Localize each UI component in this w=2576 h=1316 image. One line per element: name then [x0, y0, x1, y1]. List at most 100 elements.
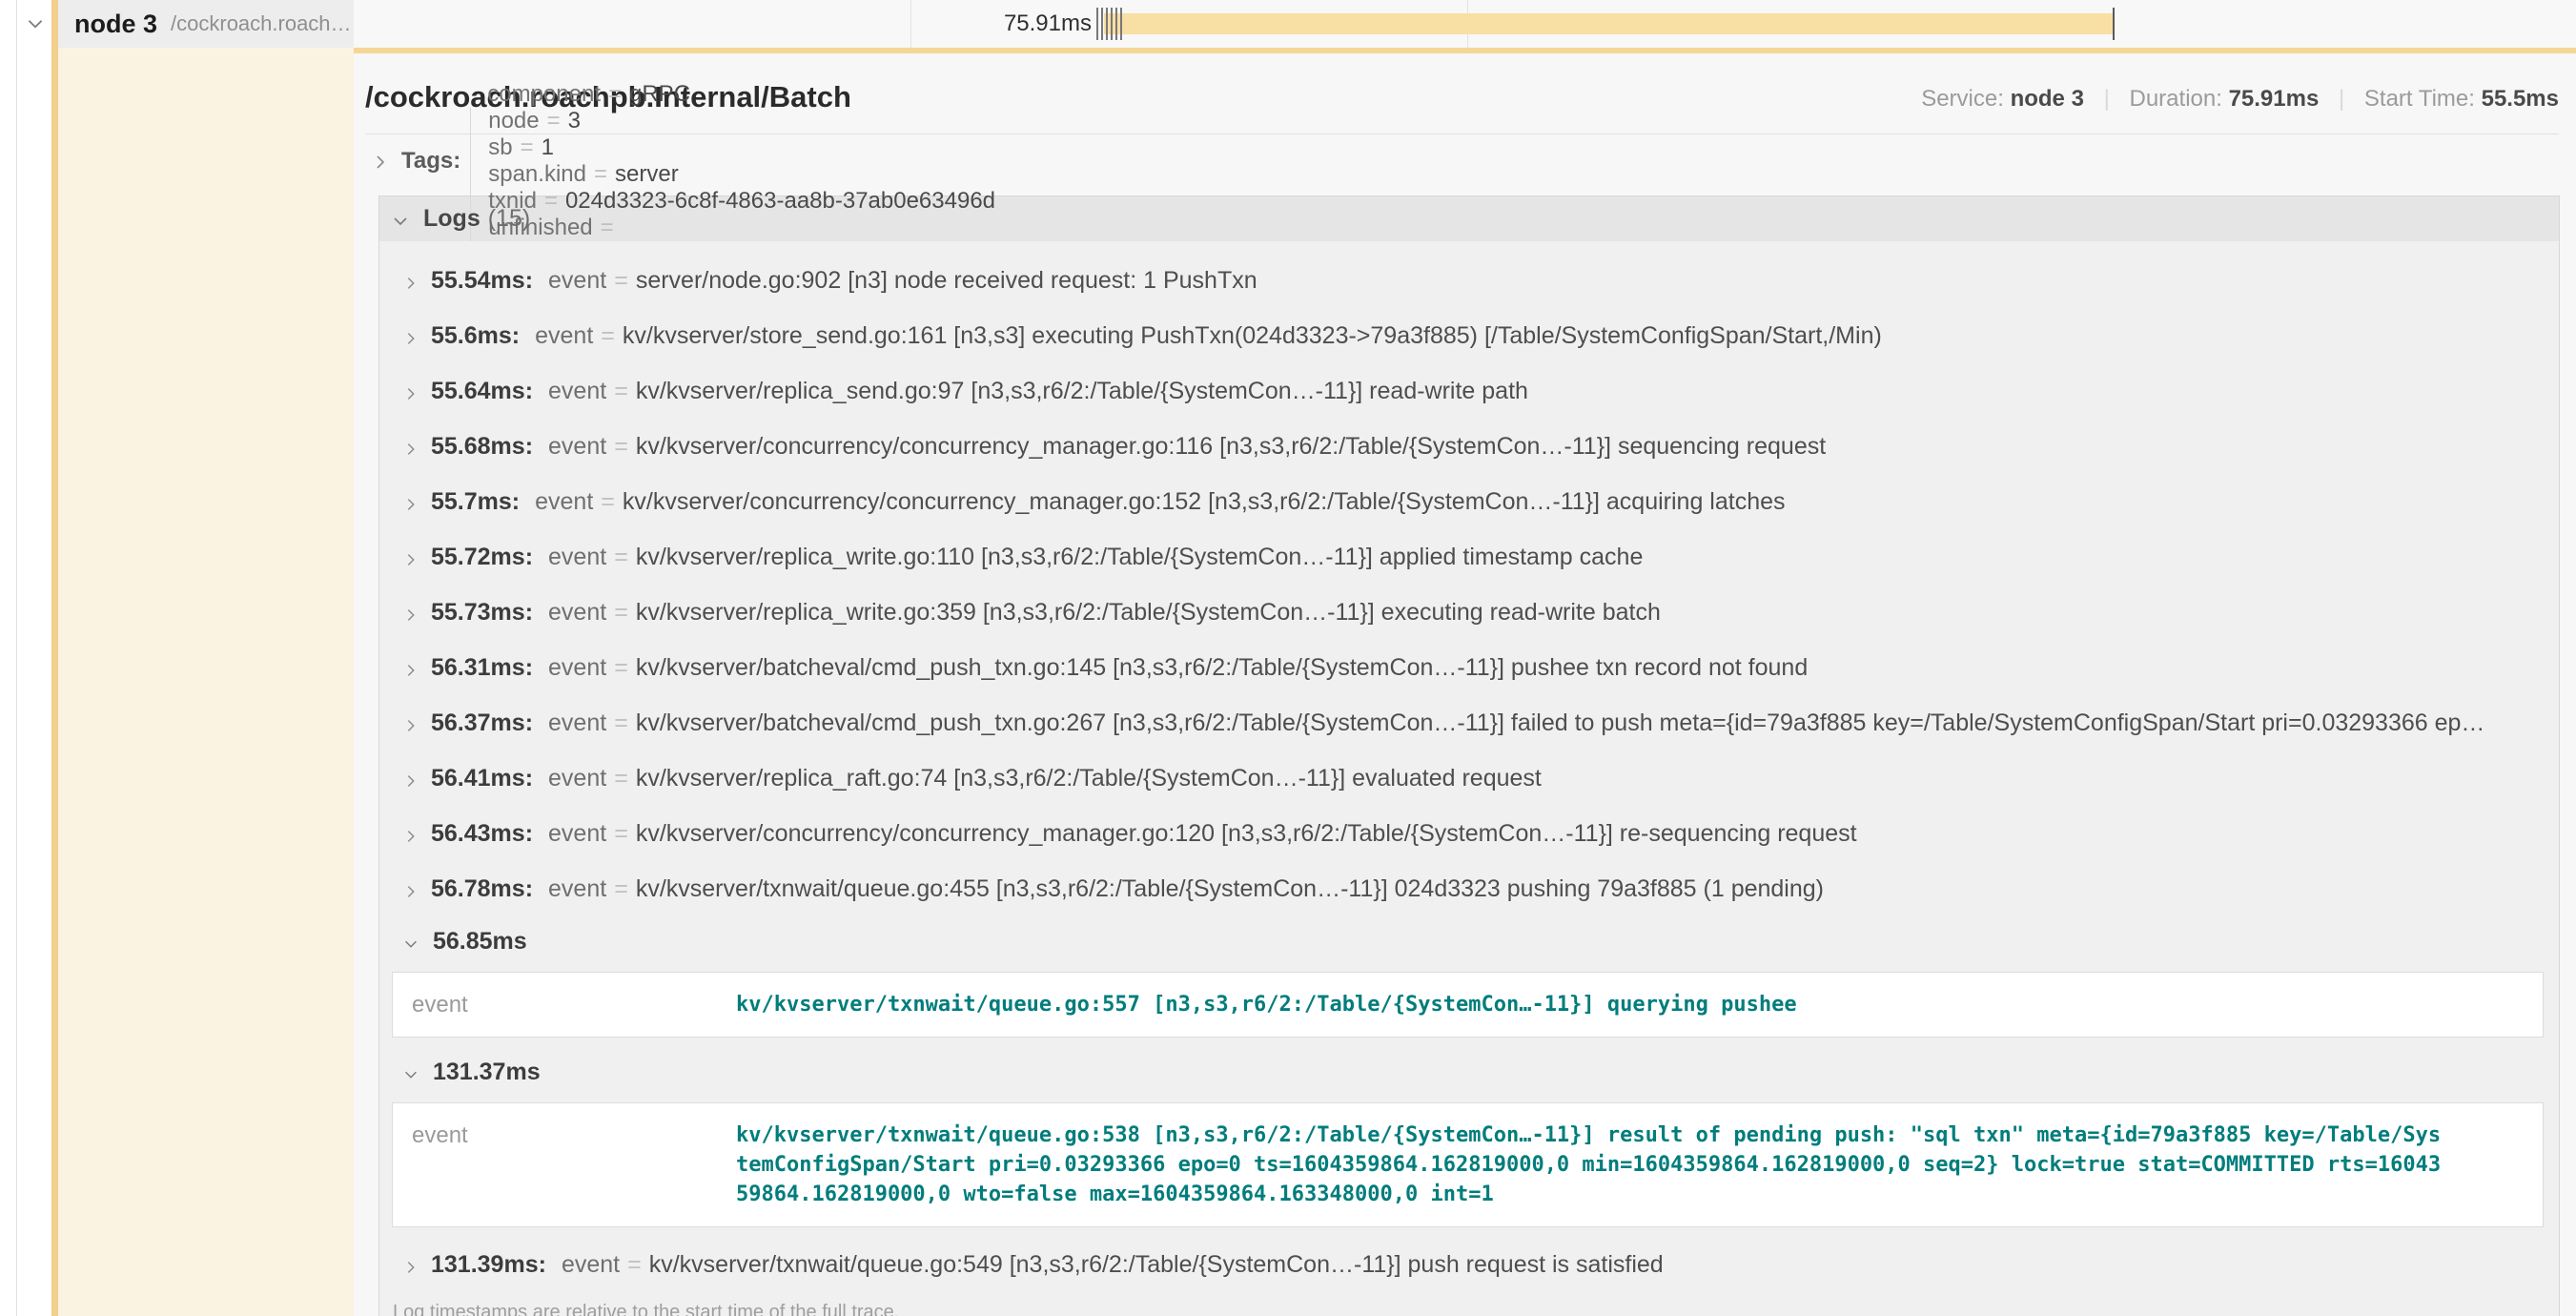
- log-entry-expanded-header[interactable]: 131.37ms: [379, 1047, 2559, 1097]
- log-entry-row[interactable]: 55.64ms:event=kv/kvserver/replica_send.g…: [379, 363, 2559, 419]
- duration-value: 75.91ms: [2229, 86, 2320, 112]
- log-timestamp: 56.43ms:: [431, 820, 533, 848]
- equals-sign: =: [608, 81, 622, 108]
- chevron-right-icon[interactable]: [402, 769, 418, 788]
- logs-count: (15): [488, 205, 530, 233]
- tags-list: component=gRPCnode=3sb=1span.kind=server…: [470, 81, 1012, 241]
- log-entry-row[interactable]: 55.7ms:event=kv/kvserver/concurrency/con…: [379, 474, 2559, 529]
- log-entry-row[interactable]: 55.72ms:event=kv/kvserver/replica_write.…: [379, 529, 2559, 585]
- span-row[interactable]: node 3 /cockroach.roach… 75.91ms: [0, 0, 2576, 48]
- log-timestamp: 56.41ms:: [431, 765, 533, 792]
- log-timestamp: 55.73ms:: [431, 599, 533, 627]
- equals-sign: =: [627, 1251, 642, 1279]
- log-field-value: kv/kvserver/batcheval/cmd_push_txn.go:14…: [636, 654, 1808, 682]
- equals-sign: =: [521, 134, 534, 161]
- tag-key: span.kind: [488, 161, 586, 188]
- log-field-key: event: [548, 820, 606, 848]
- span-tick-mark: [1106, 8, 1108, 40]
- span-operation-name: /cockroach.roach…: [171, 11, 352, 36]
- log-timestamp: 55.68ms:: [431, 433, 533, 461]
- chevron-right-icon[interactable]: [402, 271, 418, 290]
- log-entry-row[interactable]: 56.41ms:event=kv/kvserver/replica_raft.g…: [379, 751, 2559, 806]
- log-entry-row[interactable]: 55.6ms:event=kv/kvserver/store_send.go:1…: [379, 308, 2559, 363]
- detail-row-accent[interactable]: [58, 48, 354, 1316]
- log-field-value: kv/kvserver/replica_write.go:359 [n3,s3,…: [636, 599, 1661, 627]
- tags-label: Tags:: [401, 148, 460, 175]
- log-field-value: kv/kvserver/replica_raft.go:74 [n3,s3,r6…: [636, 765, 1542, 792]
- chevron-down-icon[interactable]: [402, 932, 421, 951]
- log-field-key: event: [548, 709, 606, 737]
- log-field-value: kv/kvserver/txnwait/queue.go:557 [n3,s3,…: [736, 990, 1797, 1019]
- chevron-right-icon[interactable]: [402, 603, 418, 622]
- log-field-value: kv/kvserver/txnwait/queue.go:549 [n3,s3,…: [649, 1251, 1664, 1279]
- meta-separator: |: [2104, 86, 2110, 112]
- log-timestamp: 56.78ms:: [431, 875, 533, 903]
- log-field-value: kv/kvserver/concurrency/concurrency_mana…: [623, 488, 1786, 516]
- chevron-right-icon[interactable]: [402, 658, 418, 677]
- span-duration-label: 75.91ms: [1004, 0, 1092, 48]
- span-tick-mark: [1120, 8, 1122, 40]
- chevron-right-icon[interactable]: [402, 879, 418, 898]
- equals-sign: =: [547, 108, 561, 134]
- chevron-right-icon[interactable]: [402, 824, 418, 843]
- log-detail-card: eventkv/kvserver/txnwait/queue.go:557 [n…: [392, 972, 2544, 1038]
- log-field-value: kv/kvserver/batcheval/cmd_push_txn.go:26…: [636, 709, 2485, 737]
- span-tick-mark: [1111, 8, 1113, 40]
- span-detail-panel: /cockroach.roachpb.Internal/Batch Servic…: [354, 48, 2576, 1316]
- chevron-right-icon[interactable]: [402, 381, 418, 401]
- log-field-value: kv/kvserver/replica_send.go:97 [n3,s3,r6…: [636, 378, 1528, 405]
- log-detail-card: eventkv/kvserver/txnwait/queue.go:538 [n…: [392, 1102, 2544, 1227]
- chevron-right-icon[interactable]: [402, 326, 418, 345]
- equals-sign: =: [601, 488, 615, 516]
- log-entry-expanded-header[interactable]: 56.85ms: [379, 916, 2559, 966]
- log-timestamp: 55.7ms:: [431, 488, 520, 516]
- log-entry-row[interactable]: 56.37ms: event = kv/kvserver/batcheval/cmd_…: [379, 695, 2559, 751]
- chevron-right-icon[interactable]: [402, 547, 418, 566]
- log-field-value: server/node.go:902 [n3] node received re…: [636, 267, 1257, 295]
- tag-pill: sb=1: [470, 134, 1012, 161]
- tag-key: node: [488, 108, 539, 134]
- equals-sign: =: [614, 599, 628, 627]
- chevron-down-icon[interactable]: [25, 13, 46, 34]
- equals-sign: =: [601, 215, 614, 241]
- log-field-key: event: [562, 1251, 620, 1279]
- tag-value: gRPC: [629, 81, 690, 108]
- span-end-tick: [2113, 8, 2115, 40]
- log-entry-row[interactable]: 55.73ms:event=kv/kvserver/replica_write.…: [379, 585, 2559, 640]
- logs-footer-note: Log timestamps are relative to the start…: [379, 1292, 2559, 1316]
- log-field-value: kv/kvserver/txnwait/queue.go:538 [n3,s3,…: [736, 1121, 2441, 1209]
- chevron-right-icon[interactable]: [402, 437, 418, 456]
- log-timestamp: 56.37ms:: [431, 709, 533, 737]
- chevron-right-icon[interactable]: [371, 152, 390, 171]
- service-label: Service:: [1921, 86, 2004, 112]
- log-field-key: event: [548, 378, 606, 405]
- span-tick-mark: [1096, 8, 1098, 40]
- log-field-key: event: [535, 322, 593, 350]
- chevron-right-icon[interactable]: [402, 492, 418, 511]
- ruler-gridline: [910, 0, 911, 48]
- chevron-right-icon[interactable]: [402, 713, 418, 732]
- log-entry-row[interactable]: 56.43ms:event=kv/kvserver/concurrency/co…: [379, 806, 2559, 861]
- logs-title: Logs: [423, 205, 480, 233]
- tag-pill: unfinished=: [470, 215, 1012, 241]
- log-entry-row[interactable]: 56.31ms:event=kv/kvserver/batcheval/cmd_…: [379, 640, 2559, 695]
- chevron-down-icon[interactable]: [402, 1062, 421, 1081]
- log-entry-row[interactable]: 131.39ms:event=kv/kvserver/txnwait/queue…: [379, 1237, 2559, 1292]
- log-timestamp: 131.37ms: [433, 1059, 541, 1086]
- log-entry-row[interactable]: 55.54ms:event=server/node.go:902 [n3] no…: [379, 253, 2559, 308]
- tags-accordion-header[interactable]: Tags: component=gRPCnode=3sb=1span.kind=…: [365, 134, 2559, 188]
- left-gutter-divider: [16, 0, 17, 1316]
- log-field-value: kv/kvserver/txnwait/queue.go:455 [n3,s3,…: [636, 875, 1824, 903]
- chevron-right-icon[interactable]: [402, 1255, 418, 1274]
- equals-sign: =: [601, 322, 615, 350]
- log-field-key: event: [548, 875, 606, 903]
- log-entry-row[interactable]: 56.78ms:event=kv/kvserver/txnwait/queue.…: [379, 861, 2559, 916]
- span-duration-bar[interactable]: [1104, 13, 2115, 34]
- chevron-down-icon[interactable]: [391, 210, 410, 229]
- tag-value: 1: [542, 134, 554, 161]
- log-entry-row[interactable]: 55.68ms:event=kv/kvserver/concurrency/co…: [379, 419, 2559, 474]
- span-name-column[interactable]: node 3 /cockroach.roach…: [58, 0, 354, 48]
- equals-sign: =: [614, 709, 628, 737]
- equals-sign: =: [544, 188, 558, 215]
- log-field-key: event: [548, 433, 606, 461]
